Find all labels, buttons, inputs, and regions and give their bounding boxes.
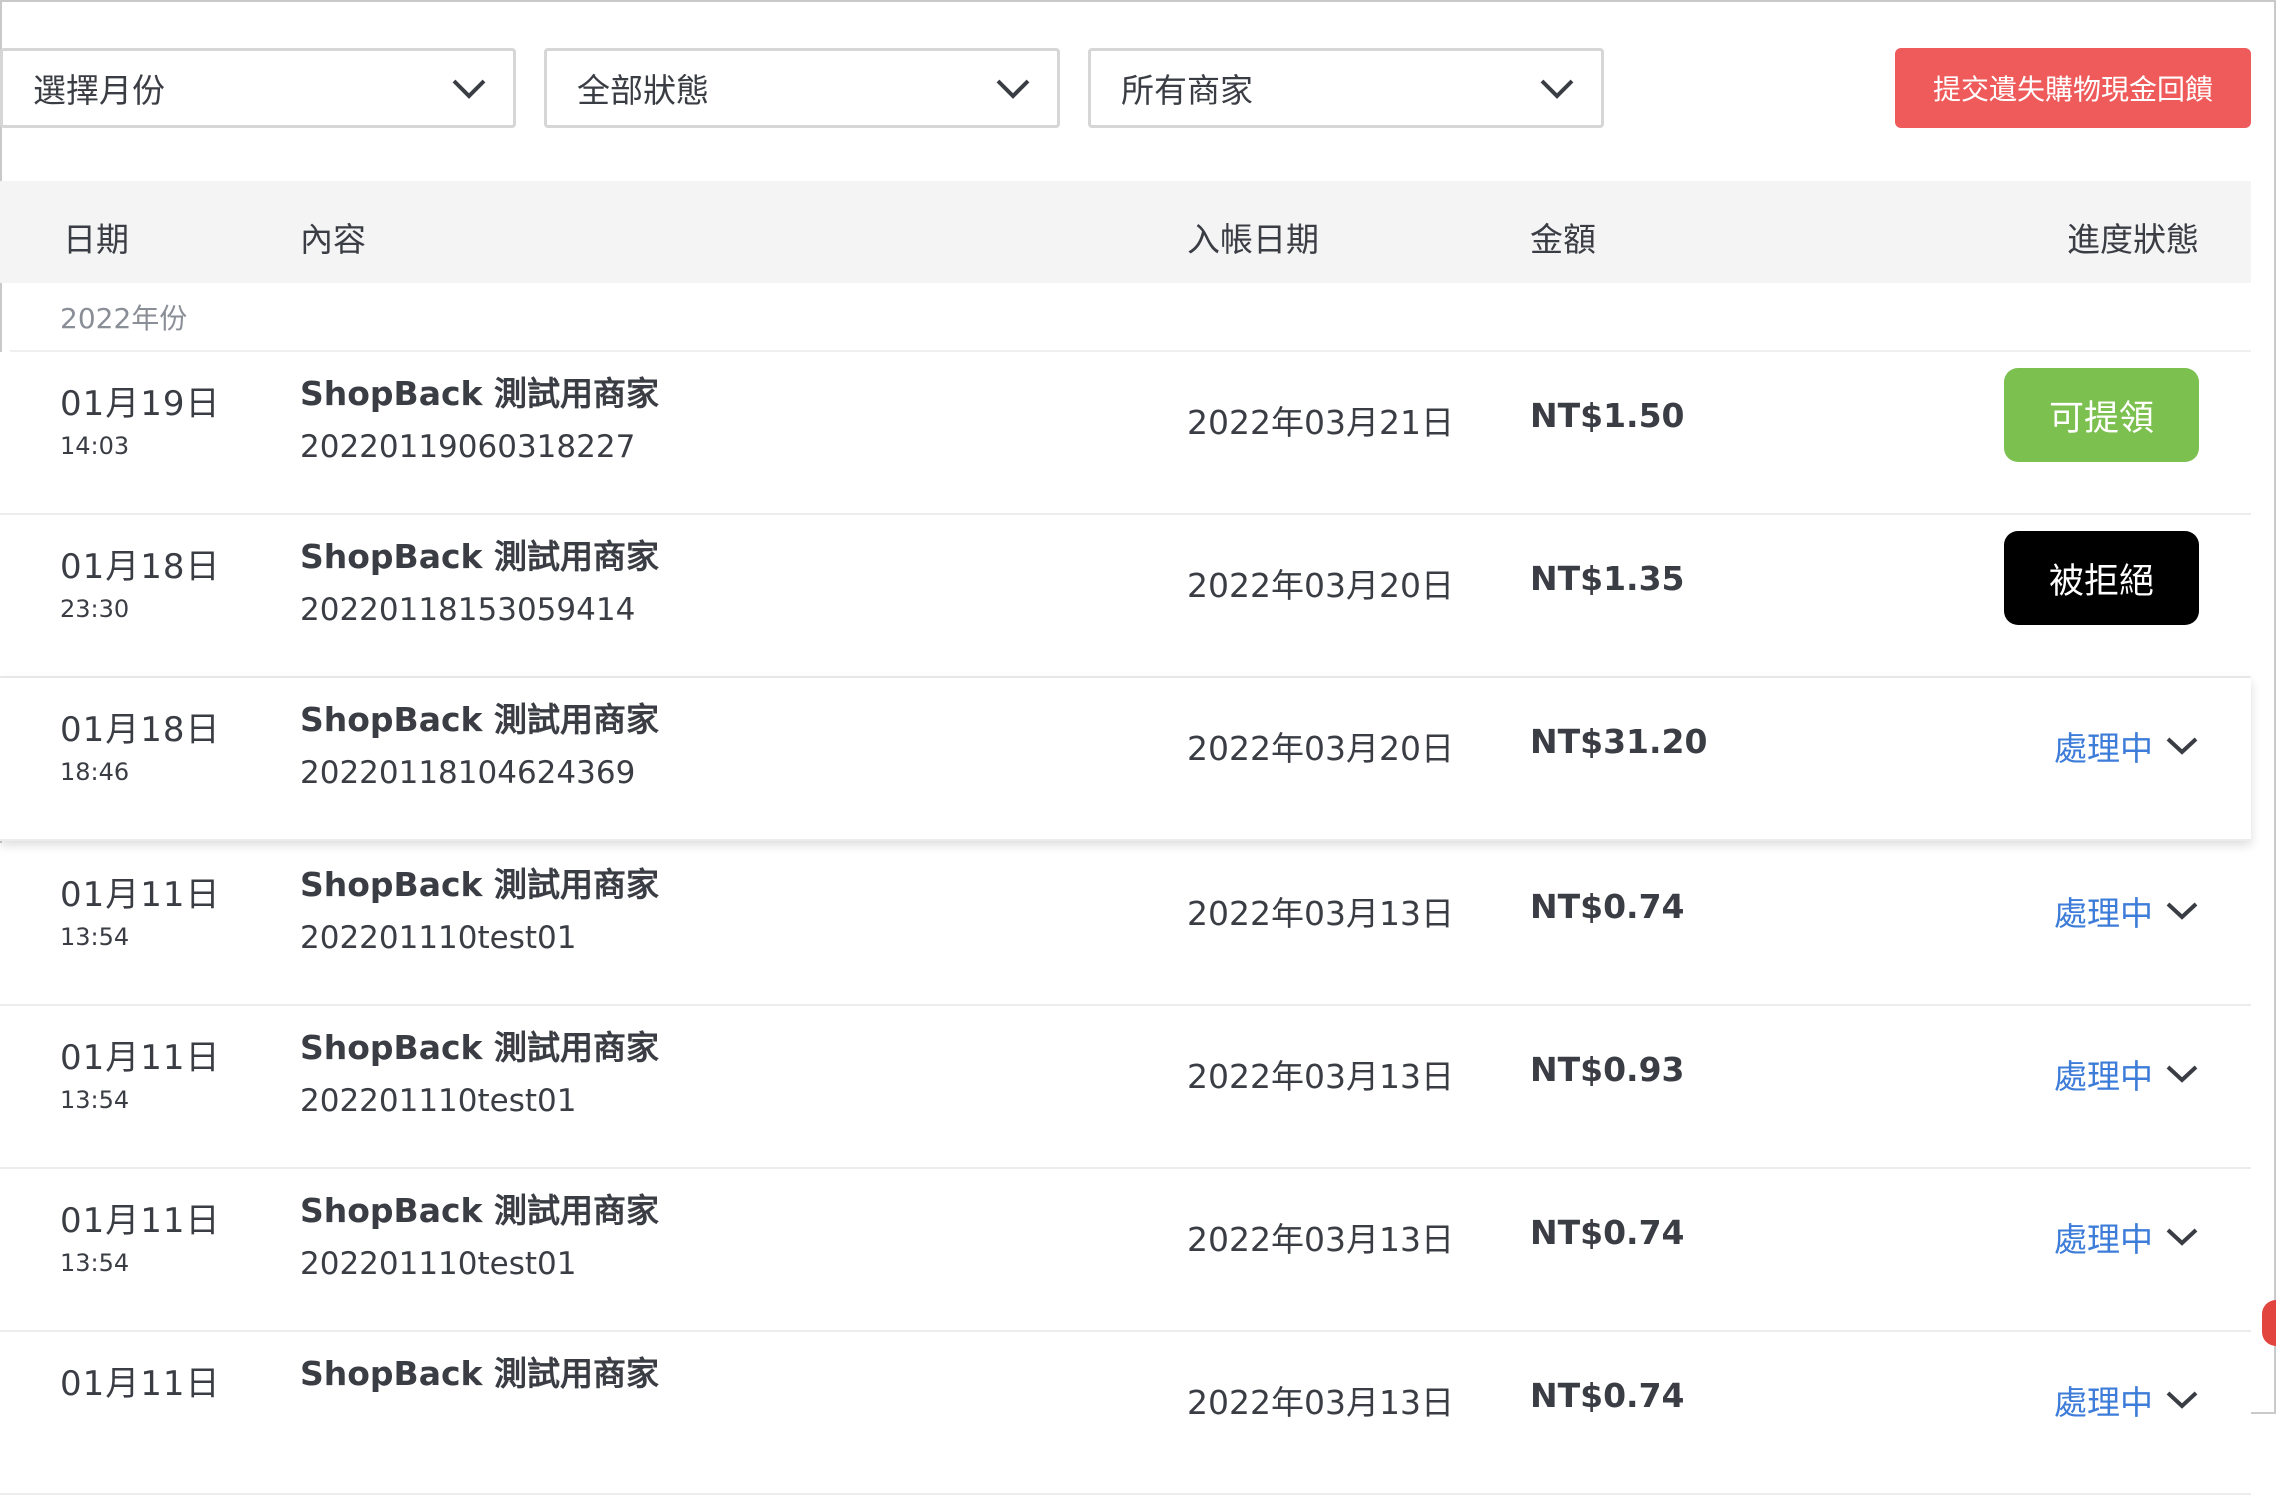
row-date: 01月11日 — [60, 875, 221, 915]
chat-widget-edge[interactable] — [2262, 1300, 2276, 1346]
table-row[interactable]: 01月11日 13:54 ShopBack 測試用商家 202201110test01… — [0, 1006, 2251, 1169]
submit-missing-cashback-button[interactable]: 提交遺失購物現金回饋 — [1895, 48, 2251, 128]
status-processing-toggle[interactable]: 處理中 — [2054, 887, 2199, 935]
status-processing-toggle[interactable]: 處理中 — [2054, 1050, 2199, 1098]
row-date: 01月11日 — [60, 1038, 221, 1078]
row-entry-date: 2022年03月13日 — [1187, 1383, 1454, 1422]
table-row[interactable]: 01月18日 23:30 ShopBack 測試用商家 202201181530594… — [0, 515, 2251, 678]
row-date: 01月11日 — [60, 1201, 221, 1241]
row-amount: NT$0.74 — [1530, 1376, 1685, 1415]
table-header: 日期 內容 入帳日期 金額 進度狀態 — [0, 181, 2251, 283]
row-amount: NT$1.50 — [1530, 396, 1685, 435]
header-content: 內容 — [300, 220, 366, 259]
row-amount: NT$31.20 — [1530, 722, 1708, 761]
filter-bar: 選擇月份 全部狀態 所有商家 提交遺失購物現金回饋 — [0, 48, 2276, 134]
merchant-select[interactable]: 所有商家 — [1088, 48, 1604, 128]
table-row[interactable]: 01月11日 13:54 ShopBack 測試用商家 202201110test01… — [0, 843, 2251, 1006]
row-order-id: 2022011810462436​9 — [300, 755, 636, 791]
status-processing-label: 處理中 — [2054, 894, 2153, 933]
row-entry-date: 2022年03月13日 — [1187, 1220, 1454, 1259]
status-badge-rejected: 被拒絕 — [2004, 531, 2199, 625]
year-group-label: 2022年份 — [60, 302, 188, 335]
row-merchant: ShopBack 測試用商家 — [300, 1354, 659, 1393]
status-processing-label: 處理中 — [2054, 729, 2153, 768]
row-entry-date: 2022年03月20日 — [1187, 566, 1454, 605]
row-time: 14:03 — [60, 432, 130, 460]
row-merchant: ShopBack 測試用商家 — [300, 1028, 659, 1067]
status-processing-label: 處理中 — [2054, 1057, 2153, 1096]
row-merchant: ShopBack 測試用商家 — [300, 374, 659, 413]
chevron-down-icon — [2166, 1065, 2198, 1083]
row-order-id: 2022011815305941​4 — [300, 592, 636, 628]
row-date: 01月18日 — [60, 710, 221, 750]
chevron-down-icon — [2166, 902, 2198, 920]
status-processing-label: 處理中 — [2054, 1220, 2153, 1259]
row-order-id: 202201110test01 — [300, 1246, 577, 1282]
row-merchant: ShopBack 測試用商家 — [300, 700, 659, 739]
row-order-id: 2022011906031822​7 — [300, 429, 636, 465]
month-select[interactable]: 選擇月份 — [0, 48, 516, 128]
chevron-down-icon — [1540, 79, 1574, 99]
row-amount: NT$0.74 — [1530, 1213, 1685, 1252]
chevron-down-icon — [452, 79, 486, 99]
row-merchant: ShopBack 測試用商家 — [300, 537, 659, 576]
status-select-label: 全部狀態 — [577, 71, 709, 110]
status-processing-toggle[interactable]: 處理中 — [2054, 1376, 2199, 1424]
status-processing-label: 處理中 — [2054, 1383, 2153, 1422]
status-badge-claimable[interactable]: 可提領 — [2004, 368, 2199, 462]
row-order-id: 202201110test01 — [300, 1083, 577, 1119]
status-select[interactable]: 全部狀態 — [544, 48, 1060, 128]
header-amount: 金額 — [1530, 220, 1596, 259]
row-date: 01月11日 — [60, 1364, 221, 1404]
row-entry-date: 2022年03月13日 — [1187, 1057, 1454, 1096]
header-entry-date: 入帳日期 — [1187, 220, 1319, 259]
row-amount: NT$0.93 — [1530, 1050, 1685, 1089]
merchant-select-label: 所有商家 — [1121, 71, 1253, 110]
row-entry-date: 2022年03月21日 — [1187, 403, 1454, 442]
row-amount: NT$0.74 — [1530, 887, 1685, 926]
table-row[interactable]: 01月19日 14:03 ShopBack 測試用商家 202201190603182… — [0, 352, 2251, 515]
row-entry-date: 2022年03月13日 — [1187, 894, 1454, 933]
row-entry-date: 2022年03月20日 — [1187, 729, 1454, 768]
row-merchant: ShopBack 測試用商家 — [300, 1191, 659, 1230]
chevron-down-icon — [2166, 737, 2198, 755]
header-status: 進度狀態 — [2067, 220, 2199, 259]
status-processing-toggle[interactable]: 處理中 — [2054, 1213, 2199, 1261]
row-amount: NT$1.35 — [1530, 559, 1685, 598]
chevron-down-icon — [2166, 1391, 2198, 1409]
row-time: 23:30 — [60, 595, 130, 623]
row-time: 13:54 — [60, 1086, 130, 1114]
row-time: 13:54 — [60, 923, 130, 951]
row-order-id: 202201110test01 — [300, 920, 577, 956]
header-date: 日期 — [63, 220, 129, 259]
row-date: 01月18日 — [60, 547, 221, 587]
row-time: 13:54 — [60, 1249, 130, 1277]
row-time: 18:46 — [60, 758, 130, 786]
status-processing-toggle[interactable]: 處理中 — [2054, 722, 2199, 770]
chevron-down-icon — [996, 79, 1030, 99]
row-date: 01月19日 — [60, 384, 221, 424]
table-row[interactable]: 01月18日 18:46 ShopBack 測試用商家 202201181046243… — [0, 678, 2251, 841]
month-select-label: 選擇月份 — [33, 71, 165, 110]
table-row[interactable]: 01月11日 13:54 ShopBack 測試用商家 202201110test01… — [0, 1169, 2251, 1332]
row-merchant: ShopBack 測試用商家 — [300, 865, 659, 904]
chevron-down-icon — [2166, 1228, 2198, 1246]
